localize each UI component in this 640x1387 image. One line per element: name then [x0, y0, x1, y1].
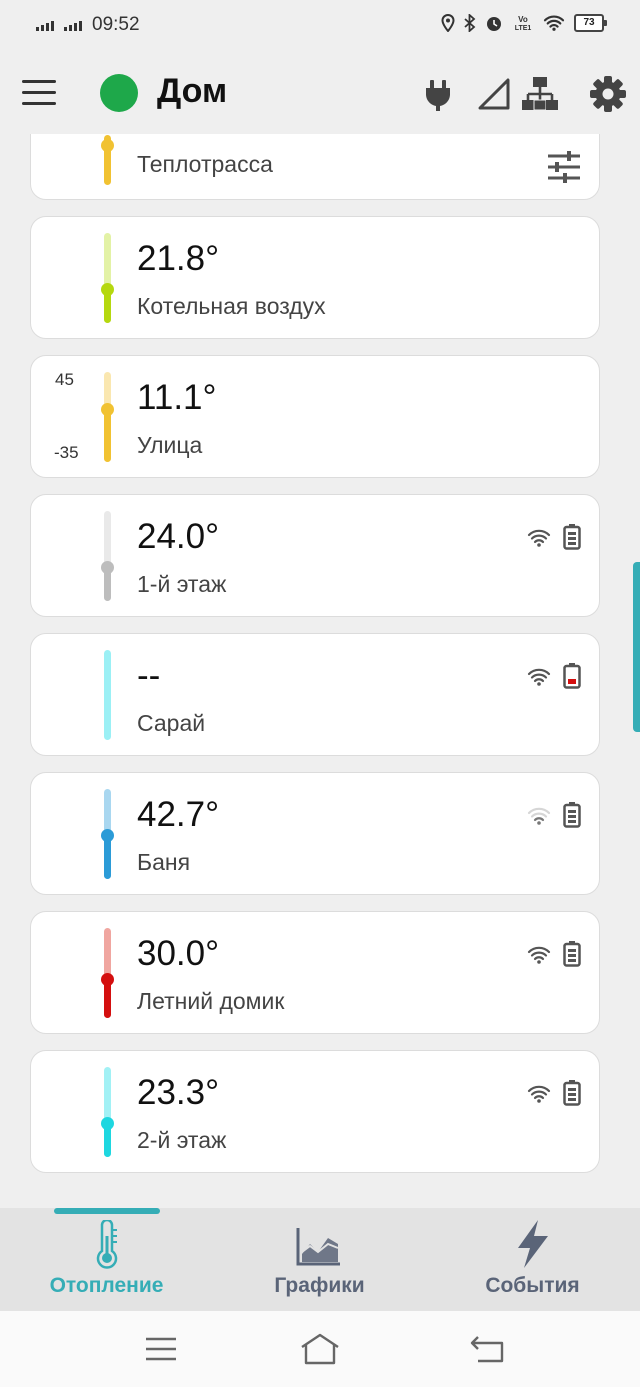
signal-icon [36, 19, 54, 31]
temperature-marker [101, 283, 114, 296]
sensor-label: Котельная воздух [137, 293, 326, 319]
thermometer-icon [96, 1220, 118, 1269]
tab-label: События [485, 1274, 580, 1297]
battery-icon [563, 941, 581, 967]
volte-icon: VoLTE1 [515, 15, 532, 32]
sensor-label: 2-й этаж [137, 1127, 227, 1153]
status-bar-right: Vo LTE1 73 [441, 14, 607, 32]
sensor-card[interactable]: Теплотрасса [30, 134, 600, 200]
range-min: -35 [54, 443, 79, 462]
sensor-card[interactable]: 21.8° Котельная воздух [30, 216, 600, 339]
tab-label: Графики [274, 1274, 365, 1297]
plug-icon[interactable] [418, 74, 458, 114]
sensor-card[interactable]: 30.0° Летний домик [30, 911, 600, 1034]
tab-events[interactable]: События [426, 1208, 639, 1311]
sensor-value: 21.8° [137, 239, 220, 278]
sensor-card[interactable]: 23.3° 2-й этаж [30, 1050, 600, 1173]
wifi-weak-icon [527, 807, 551, 825]
location-icon [441, 14, 455, 32]
temperature-marker [101, 829, 114, 842]
wifi-icon [527, 946, 551, 964]
connection-status-dot [100, 74, 138, 112]
chart-icon [296, 1228, 340, 1266]
bottom-navigation: Отопление Графики События [0, 1208, 640, 1311]
temperature-marker [101, 561, 114, 574]
sensor-card[interactable]: 24.0° 1-й этаж [30, 494, 600, 617]
sensor-label: Сарай [137, 710, 206, 736]
sensor-value: -- [137, 656, 161, 695]
sensor-label: Улица [137, 432, 203, 458]
temperature-bar [104, 650, 111, 740]
sensor-value: 11.1° [137, 378, 217, 417]
tab-label: Отопление [49, 1274, 164, 1297]
wifi-icon [527, 668, 551, 686]
svg-text:Vo: Vo [518, 15, 528, 24]
temperature-marker [101, 403, 114, 416]
battery-low-icon [563, 663, 581, 689]
status-bar-left: 09:52 [36, 14, 140, 36]
temperature-marker [101, 139, 114, 152]
sensor-label: Баня [137, 849, 191, 875]
battery-icon [563, 802, 581, 828]
wifi-icon [527, 1085, 551, 1103]
network-icon[interactable] [520, 74, 560, 114]
sensor-card[interactable]: 45 -35 11.1° Улица [30, 355, 600, 478]
system-navigation-bar [0, 1311, 640, 1387]
cellular-signal-icon[interactable] [474, 74, 514, 114]
sensor-label: Теплотрасса [137, 151, 273, 177]
sensor-list[interactable]: Теплотрасса 21.8° Котельная воздух 45 -3… [0, 134, 640, 1208]
clock: 09:52 [92, 14, 140, 35]
temperature-marker [101, 973, 114, 986]
sensor-label: 1-й этаж [137, 571, 227, 597]
sensor-value: 42.7° [137, 795, 220, 834]
battery-icon: 73 [574, 14, 607, 32]
sliders-icon[interactable] [547, 151, 581, 183]
temperature-fill [104, 412, 111, 462]
sensor-label: Летний домик [137, 988, 285, 1014]
alarm-icon [487, 17, 501, 31]
lightning-icon [518, 1220, 548, 1268]
sensor-card[interactable]: -- Сарай [30, 633, 600, 756]
svg-text:LTE1: LTE1 [515, 25, 532, 32]
sensor-value: 30.0° [137, 934, 220, 973]
signal-icon-2 [64, 19, 82, 31]
page-title: Дом [157, 72, 228, 110]
scrollbar-thumb[interactable] [633, 562, 640, 732]
sensor-value: 24.0° [137, 517, 220, 556]
sensor-card[interactable]: 42.7° Баня [30, 772, 600, 895]
bluetooth-icon [464, 14, 476, 32]
range-max: 45 [55, 370, 74, 389]
temperature-marker [101, 1117, 114, 1130]
back-icon[interactable] [468, 1331, 508, 1367]
tab-charts[interactable]: Графики [213, 1208, 426, 1311]
recent-apps-icon[interactable] [141, 1331, 181, 1367]
tab-heating[interactable]: Отопление [0, 1208, 213, 1311]
sensor-value: 23.3° [137, 1073, 220, 1112]
wifi-status-icon [543, 15, 565, 31]
wifi-icon [527, 529, 551, 547]
settings-gear-icon[interactable] [588, 74, 628, 114]
status-bar: 09:52 Vo LTE1 73 [0, 0, 640, 52]
menu-icon[interactable] [22, 80, 56, 106]
home-icon[interactable] [300, 1331, 340, 1367]
battery-icon [563, 1080, 581, 1106]
app-bar: Дом [0, 52, 640, 134]
battery-icon [563, 524, 581, 550]
